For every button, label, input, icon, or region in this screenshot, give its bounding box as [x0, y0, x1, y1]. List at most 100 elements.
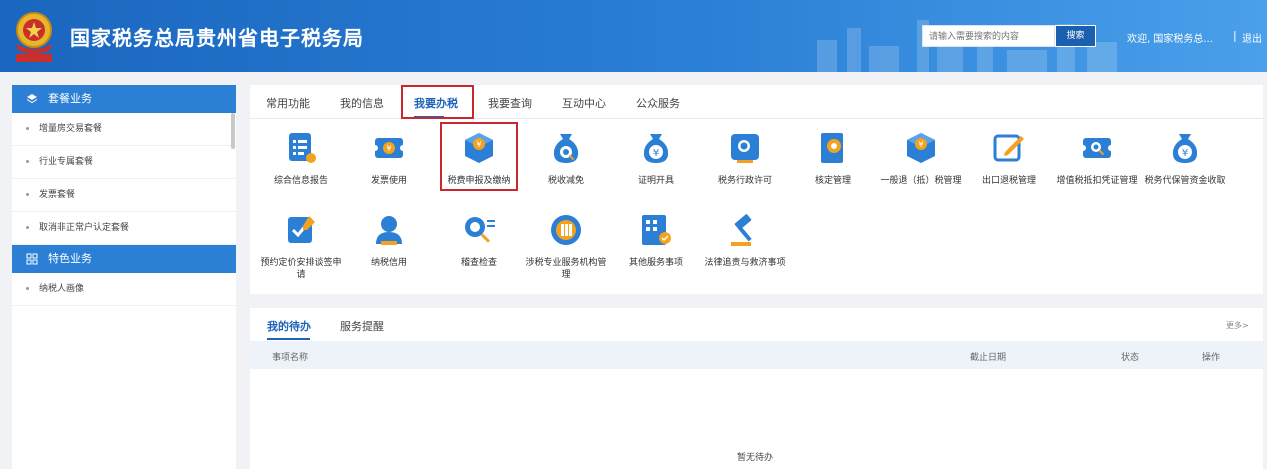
func-label: 综合信息报告 — [273, 176, 328, 186]
assessment-icon — [821, 133, 843, 163]
sidebar-section-label: 特色业务 — [48, 252, 92, 265]
grid-icon — [26, 253, 38, 265]
func-label: 稽查检查 — [460, 258, 497, 268]
func-legal[interactable]: 法律追责与救济事项 — [701, 212, 789, 269]
tax-relief-icon — [553, 134, 579, 163]
func-tax-declare[interactable]: ¥ 税费申报及缴纳 — [435, 130, 523, 187]
svg-text:¥: ¥ — [653, 148, 659, 159]
svg-text:¥: ¥ — [476, 140, 481, 149]
more-link[interactable]: 更多> — [1226, 320, 1249, 331]
func-label: 出口退税管理 — [981, 176, 1036, 186]
license-icon — [731, 134, 759, 163]
tab-service-reminder[interactable]: 服务提醒 — [340, 318, 384, 334]
func-label: 税务代保管资金收取 — [1144, 176, 1226, 186]
sidebar-section-label: 套餐业务 — [48, 92, 92, 105]
inspection-icon — [465, 217, 495, 243]
func-admin-license[interactable]: 税务行政许可 — [701, 130, 789, 187]
layers-icon — [26, 94, 38, 104]
func-label: 税务行政许可 — [717, 176, 772, 186]
legal-icon — [731, 214, 752, 246]
sidebar-item-label: 行业专属套餐 — [39, 157, 94, 167]
col-deadline: 截止日期 — [970, 353, 1007, 363]
header-bar: 国家税务总局贵州省电子税务局 搜索 欢迎, 国家税务总... | 退出 — [0, 0, 1267, 72]
sidebar-section-package[interactable]: 套餐业务 — [12, 85, 236, 113]
bullet-icon — [26, 287, 29, 290]
func-label: 证明开具 — [637, 176, 674, 186]
func-tax-relief[interactable]: 税收减免 — [522, 130, 610, 187]
sidebar: 套餐业务 增量房交易套餐 行业专属套餐 发票套餐 取消非正常户认定套餐 特色业务… — [12, 85, 236, 469]
tab-interaction[interactable]: 互动中心 — [562, 95, 606, 111]
svg-text:¥: ¥ — [1182, 148, 1188, 159]
func-custody-fund[interactable]: ¥ 税务代保管资金收取 — [1141, 130, 1229, 187]
func-label: 一般退（抵）税管理 — [880, 176, 962, 186]
tax-declare-icon: ¥ — [465, 133, 493, 163]
col-status: 状态 — [1121, 353, 1140, 363]
func-certificate[interactable]: ¥ 证明开具 — [612, 130, 700, 187]
func-label: 税费申报及缴纳 — [447, 176, 511, 186]
func-assessment[interactable]: 核定管理 — [789, 130, 877, 187]
sidebar-item-label: 增量房交易套餐 — [39, 124, 103, 134]
header-separator: | — [1233, 29, 1237, 42]
highlight-box — [401, 85, 474, 119]
empty-state-text: 暂无待办 — [737, 453, 774, 463]
table-header: 事项名称 截止日期 状态 操作 — [250, 341, 1263, 369]
pricing-icon — [288, 216, 315, 243]
sidebar-item-label: 纳税人画像 — [39, 284, 85, 294]
sidebar-item-label: 发票套餐 — [39, 190, 76, 200]
sidebar-item-industry[interactable]: 行业专属套餐 — [12, 146, 236, 179]
col-action: 操作 — [1202, 353, 1221, 363]
function-panel: 常用功能 我的信息 我要办税 我要查询 互动中心 公众服务 综合信息报告 ¥ 发… — [250, 85, 1263, 294]
invoice-icon: ¥ — [372, 138, 406, 158]
tab-common[interactable]: 常用功能 — [266, 95, 310, 111]
search-input[interactable] — [922, 25, 1055, 47]
func-label: 发票使用 — [370, 176, 407, 186]
logout-link[interactable]: 退出 — [1242, 30, 1262, 45]
sidebar-scrollbar[interactable] — [231, 113, 235, 149]
tab-my-todo[interactable]: 我的待办 — [267, 318, 311, 334]
credit-icon — [376, 216, 402, 245]
tab-query[interactable]: 我要查询 — [488, 95, 532, 111]
func-label: 预约定价安排谈签申请 — [260, 258, 342, 280]
svg-text:¥: ¥ — [386, 144, 391, 153]
export-refund-icon — [993, 134, 1024, 162]
func-label: 税收减免 — [547, 176, 584, 186]
func-other-services[interactable]: 其他服务事项 — [612, 212, 700, 269]
func-info-report[interactable]: 综合信息报告 — [257, 130, 345, 187]
func-label: 涉税专业服务机构管理 — [525, 258, 607, 280]
bullet-icon — [26, 226, 29, 229]
func-pricing-arrangement[interactable]: 预约定价安排谈签申请 — [257, 212, 345, 281]
agency-icon — [551, 215, 581, 245]
func-vat-deduction[interactable]: 增值税抵扣凭证管理 — [1053, 130, 1141, 187]
func-invoice-use[interactable]: ¥ 发票使用 — [345, 130, 433, 187]
sidebar-item-taxpayer-profile[interactable]: 纳税人画像 — [12, 273, 236, 306]
custody-fund-icon: ¥ — [1172, 134, 1198, 163]
site-title: 国家税务总局贵州省电子税务局 — [70, 26, 364, 50]
func-tax-credit[interactable]: 纳税信用 — [345, 212, 433, 269]
sidebar-item-cancel-abnormal[interactable]: 取消非正常户认定套餐 — [12, 212, 236, 245]
func-label: 法律追责与救济事项 — [704, 258, 786, 268]
tax-bureau-emblem-icon — [16, 12, 52, 62]
bullet-icon — [26, 160, 29, 163]
sidebar-item-incremental-housing[interactable]: 增量房交易套餐 — [12, 113, 236, 146]
tab-my-info[interactable]: 我的信息 — [340, 95, 384, 111]
refund-icon: ¥ — [907, 133, 935, 163]
func-label: 核定管理 — [814, 176, 851, 186]
welcome-text[interactable]: 欢迎, 国家税务总... — [1127, 30, 1213, 45]
func-export-refund[interactable]: 出口退税管理 — [965, 130, 1053, 187]
func-refund[interactable]: ¥ 一般退（抵）税管理 — [877, 130, 965, 187]
bullet-icon — [26, 193, 29, 196]
svg-text:¥: ¥ — [918, 140, 923, 149]
report-icon — [289, 133, 316, 163]
vat-deduction-icon — [1080, 138, 1114, 158]
search-button[interactable]: 搜索 — [1055, 25, 1096, 47]
bullet-icon — [26, 127, 29, 130]
func-agency-management[interactable]: 涉税专业服务机构管理 — [522, 212, 610, 281]
func-label: 增值税抵扣凭证管理 — [1056, 176, 1138, 186]
sidebar-item-invoice[interactable]: 发票套餐 — [12, 179, 236, 212]
sidebar-section-featured[interactable]: 特色业务 — [12, 245, 236, 273]
todo-panel: 我的待办 服务提醒 更多> 事项名称 截止日期 状态 操作 暂无待办 — [250, 308, 1263, 469]
func-inspection[interactable]: 稽查检查 — [435, 212, 523, 269]
tab-public-service[interactable]: 公众服务 — [636, 95, 680, 111]
certificate-icon: ¥ — [643, 134, 669, 163]
sidebar-item-label: 取消非正常户认定套餐 — [39, 223, 130, 233]
